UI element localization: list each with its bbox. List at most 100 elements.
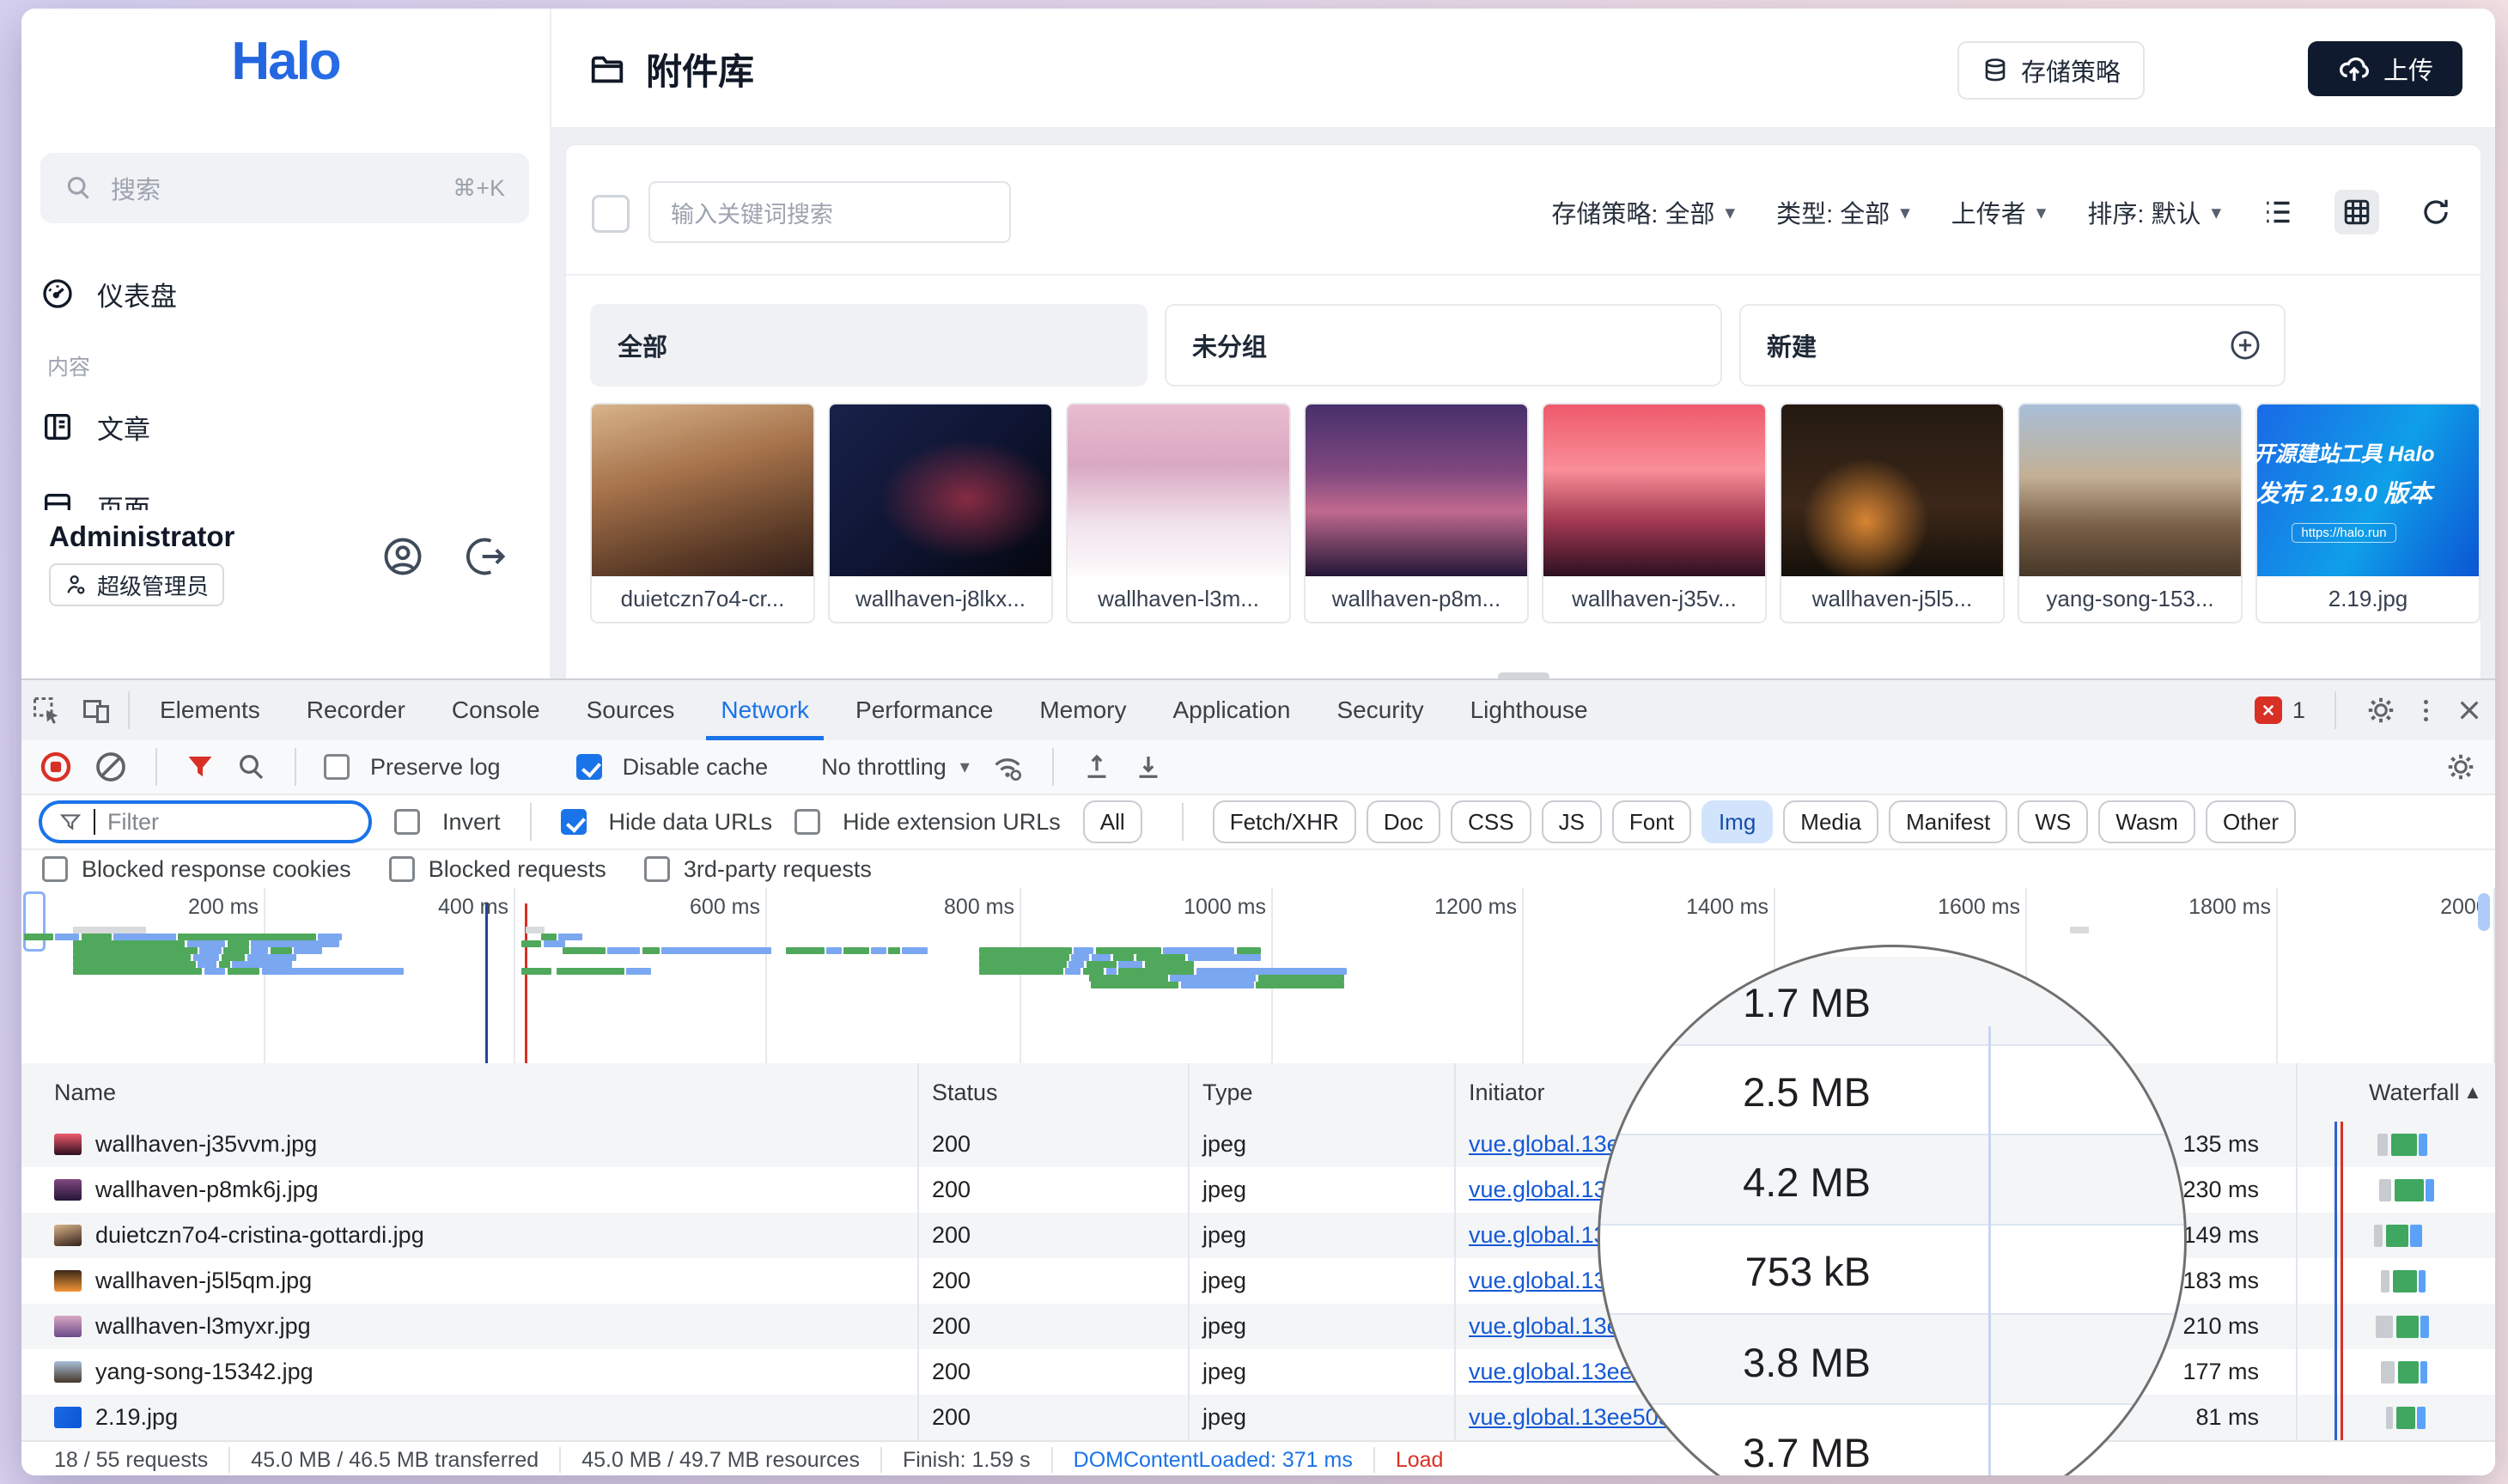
- filter-chip[interactable]: Manifest: [1889, 800, 2007, 843]
- blocked-filter-checkbox[interactable]: [389, 856, 415, 882]
- attachment-item[interactable]: yang-song-153...: [2018, 403, 2243, 623]
- devtools-tab[interactable]: Elements: [137, 680, 283, 740]
- devtools-tab[interactable]: Performance: [832, 680, 1016, 740]
- filter-chip[interactable]: Other: [2206, 800, 2296, 843]
- sidebar-section-content: 内容: [47, 350, 90, 381]
- close-icon[interactable]: [2456, 696, 2483, 724]
- filter-chip[interactable]: Font: [1612, 800, 1691, 843]
- request-name[interactable]: wallhaven-l3myxr.jpg: [95, 1304, 311, 1349]
- list-view-icon[interactable]: [2262, 197, 2293, 228]
- blocked-filter[interactable]: Blocked response cookies: [42, 856, 351, 883]
- network-search-icon[interactable]: [236, 751, 267, 782]
- filter-dropdown[interactable]: 上传者 ▾: [1951, 194, 2047, 230]
- request-name[interactable]: duietczn7o4-cristina-gottardi.jpg: [95, 1213, 424, 1258]
- network-conditions-icon[interactable]: [990, 750, 1025, 784]
- filter-dropdown[interactable]: 排序: 默认 ▾: [2087, 194, 2221, 230]
- group-tab[interactable]: 新建: [1739, 304, 2286, 386]
- page-title: 附件库: [587, 43, 754, 95]
- devtools-tab-label: Memory: [1039, 696, 1126, 724]
- device-toolbar-icon[interactable]: [71, 680, 121, 740]
- request-name[interactable]: 2.19.jpg: [95, 1395, 178, 1440]
- devtools-tab[interactable]: Network: [697, 680, 832, 740]
- upload-button[interactable]: 上传: [2308, 41, 2462, 96]
- filter-chip[interactable]: CSS: [1451, 800, 1531, 843]
- attachment-item[interactable]: wallhaven-p8m...: [1304, 403, 1529, 623]
- column-header[interactable]: Status: [932, 1063, 998, 1122]
- select-all-checkbox[interactable]: [592, 195, 630, 233]
- attachment-item[interactable]: duietczn7o4-cr...: [590, 403, 815, 623]
- storage-policy-button[interactable]: 存储策略: [1957, 41, 2145, 100]
- blocked-filter[interactable]: Blocked requests: [389, 856, 606, 883]
- clear-icon[interactable]: [94, 750, 128, 784]
- devtools-tab[interactable]: Sources: [563, 680, 698, 740]
- grid-view-icon[interactable]: [2335, 190, 2379, 234]
- settings-gear-icon[interactable]: [2365, 695, 2396, 726]
- sidebar-item-dashboard[interactable]: 仪表盘: [40, 266, 521, 321]
- keyword-search-input[interactable]: 输入关键词搜索: [648, 181, 1011, 243]
- timeline-scroll-pill[interactable]: [2478, 893, 2490, 931]
- error-badge-icon[interactable]: [2255, 696, 2282, 724]
- filter-funnel-icon[interactable]: [185, 751, 216, 782]
- record-icon[interactable]: [39, 750, 73, 784]
- error-count: 1: [2292, 697, 2305, 724]
- export-har-icon[interactable]: [1133, 751, 1164, 782]
- filter-chip[interactable]: Media: [1783, 800, 1878, 843]
- filter-chip[interactable]: Doc: [1367, 800, 1440, 843]
- attachment-item[interactable]: wallhaven-l3m...: [1066, 403, 1291, 623]
- filter-chip[interactable]: Wasm: [2098, 800, 2195, 843]
- column-header[interactable]: Initiator: [1469, 1063, 1545, 1122]
- invert-checkbox[interactable]: [394, 809, 420, 835]
- column-header[interactable]: Waterfall: [2369, 1063, 2460, 1122]
- devtools-tab[interactable]: Recorder: [283, 680, 429, 740]
- timeline-range-handle[interactable]: [23, 891, 46, 952]
- filter-dropdown[interactable]: 存储策略: 全部 ▾: [1551, 194, 1735, 230]
- request-name[interactable]: wallhaven-p8mk6j.jpg: [95, 1167, 319, 1213]
- gridline: [1522, 888, 1524, 1063]
- group-tab[interactable]: 全部: [590, 304, 1147, 386]
- request-name[interactable]: wallhaven-j5l5qm.jpg: [95, 1258, 312, 1304]
- blocked-filter-checkbox[interactable]: [42, 856, 68, 882]
- request-name[interactable]: wallhaven-j35vvm.jpg: [95, 1122, 317, 1167]
- refresh-icon[interactable]: [2420, 197, 2451, 228]
- filter-chip[interactable]: WS: [2018, 800, 2088, 843]
- import-har-icon[interactable]: [1081, 751, 1112, 782]
- blocked-filter-checkbox[interactable]: [644, 856, 670, 882]
- filter-dropdown[interactable]: 类型: 全部 ▾: [1776, 194, 1910, 230]
- network-settings-gear-icon[interactable]: [2445, 751, 2476, 782]
- blocked-filter[interactable]: 3rd-party requests: [644, 856, 872, 883]
- disable-cache-checkbox[interactable]: [576, 754, 602, 780]
- attachment-item[interactable]: wallhaven-j5l5...: [1780, 403, 2005, 623]
- attachment-item[interactable]: wallhaven-j8lkx...: [828, 403, 1053, 623]
- network-toolbar: Preserve log Disable cache No throttling…: [21, 740, 2495, 795]
- search-input[interactable]: 搜索 ⌘+K: [40, 153, 529, 223]
- column-header[interactable]: Type: [1202, 1063, 1253, 1122]
- profile-icon[interactable]: [380, 534, 425, 579]
- throttling-select[interactable]: No throttling ▾: [821, 754, 970, 781]
- network-filter-input[interactable]: Filter: [39, 800, 372, 843]
- sidebar-user-footer: Administrator 超级管理员: [21, 510, 548, 678]
- hide-data-urls-checkbox[interactable]: [561, 809, 587, 835]
- devtools-tab[interactable]: Memory: [1016, 680, 1149, 740]
- attachment-name: 2.19.jpg: [2257, 576, 2479, 622]
- request-name[interactable]: yang-song-15342.jpg: [95, 1349, 314, 1395]
- sort-arrow-icon[interactable]: ▲: [2463, 1063, 2482, 1122]
- filter-chip[interactable]: Fetch/XHR: [1213, 800, 1356, 843]
- devtools-tab[interactable]: Lighthouse: [1447, 680, 1611, 740]
- plus-circle-icon[interactable]: [2229, 329, 2261, 362]
- devtools-tab[interactable]: Application: [1149, 680, 1313, 740]
- filter-chip-all[interactable]: All: [1083, 800, 1142, 843]
- kebab-menu-icon[interactable]: [2419, 700, 2433, 721]
- group-tab[interactable]: 未分组: [1165, 304, 1722, 386]
- filter-chip[interactable]: JS: [1542, 800, 1602, 843]
- devtools-tab[interactable]: Console: [429, 680, 563, 740]
- devtools-tab[interactable]: Security: [1313, 680, 1446, 740]
- inspect-element-icon[interactable]: [21, 680, 71, 740]
- hide-extension-urls-checkbox[interactable]: [794, 809, 820, 835]
- filter-chip[interactable]: Img: [1701, 800, 1773, 843]
- attachment-item[interactable]: wallhaven-j35v...: [1542, 403, 1767, 623]
- sidebar-item-posts[interactable]: 文章: [40, 399, 521, 454]
- column-header[interactable]: Name: [54, 1063, 116, 1122]
- preserve-log-checkbox[interactable]: [324, 754, 350, 780]
- banner-line2: 发布 2.19.0 版本: [2238, 475, 2450, 509]
- logout-icon[interactable]: [464, 534, 508, 579]
